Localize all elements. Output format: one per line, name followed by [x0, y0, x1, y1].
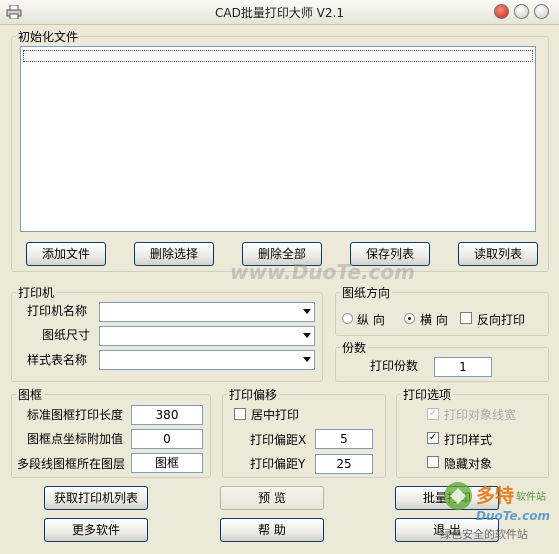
offset-y-label: 打印偏距Y [250, 457, 306, 471]
orientation-group: 图纸方向 [335, 284, 549, 336]
lineweight-checkbox[interactable]: ✓ [427, 408, 439, 420]
window-title: CAD批量打印大师 V2.1 [215, 6, 344, 20]
file-list[interactable] [20, 46, 536, 232]
list-focus-row [23, 50, 533, 62]
copies-input[interactable]: 1 [434, 357, 492, 377]
chevron-down-icon [303, 309, 311, 314]
read-list-button[interactable]: 读取列表 [458, 242, 538, 266]
delete-selected-button[interactable]: 删除选择 [134, 242, 214, 266]
minimize-button[interactable] [514, 4, 529, 19]
center-print-label: 居中打印 [251, 408, 300, 422]
maximize-button[interactable] [534, 4, 549, 19]
portrait-label: 纵 向 [357, 313, 385, 327]
frame-coord-input[interactable]: 0 [131, 429, 203, 449]
printer-name-label: 打印机名称 [27, 304, 88, 318]
print-style-checkbox[interactable]: ✓ [427, 432, 439, 444]
orientation-group-legend: 图纸方向 [342, 286, 391, 300]
offset-x-label: 打印偏距X [250, 433, 307, 447]
preview-button[interactable]: 预 览 [220, 486, 324, 510]
offset-group-legend: 打印偏移 [229, 388, 278, 402]
center-print-checkbox[interactable] [234, 408, 246, 420]
frame-group-legend: 图框 [18, 388, 43, 402]
get-printer-list-button[interactable]: 获取打印机列表 [44, 486, 148, 510]
close-window-button[interactable] [494, 4, 509, 19]
offset-y-input[interactable]: 25 [315, 454, 373, 474]
more-software-button[interactable]: 更多软件 [44, 518, 148, 542]
lineweight-label: 打印对象线宽 [444, 408, 517, 422]
add-file-button[interactable]: 添加文件 [26, 242, 106, 266]
copies-label: 打印份数 [370, 359, 419, 373]
printer-name-select[interactable] [99, 302, 315, 322]
paper-size-label: 图纸尺寸 [42, 328, 91, 342]
app-window: CAD批量打印大师 V2.1 初始化文件 添加文件 删除选择 删除全部 保存列表… [0, 0, 559, 554]
chevron-down-icon [303, 357, 311, 362]
file-group-legend: 初始化文件 [18, 30, 79, 44]
duote-brand-sub: 软件站 [516, 490, 546, 503]
offset-x-input[interactable]: 5 [315, 429, 373, 449]
duote-logo-graphic: 多特 软件站 DuoTe.com 绿色安全的软件站 [440, 482, 550, 541]
frame-coord-label: 图框点坐标附加值 [27, 432, 124, 446]
duote-logo: 多特 软件站 DuoTe.com 绿色安全的软件站 [436, 478, 554, 548]
paper-size-select[interactable] [99, 326, 315, 346]
style-table-label: 样式表名称 [27, 353, 88, 367]
copies-group-legend: 份数 [342, 341, 367, 355]
duote-brand: 多特 [476, 484, 514, 507]
title-bar: CAD批量打印大师 V2.1 [0, 0, 559, 25]
duote-tagline: 绿色安全的软件站 [440, 527, 528, 541]
frame-layer-label: 多段线图框所在图层 [17, 457, 126, 471]
reverse-print-checkbox[interactable] [460, 312, 472, 324]
print-style-label: 打印样式 [444, 433, 493, 447]
watermark-site: www.DuoTe.com [230, 260, 415, 284]
style-table-select[interactable] [99, 350, 315, 370]
help-button[interactable]: 帮 助 [220, 518, 324, 542]
hide-objects-checkbox[interactable] [427, 456, 439, 468]
options-group-legend: 打印选项 [403, 388, 452, 402]
reverse-print-label: 反向打印 [477, 313, 526, 327]
printer-group-legend: 打印机 [18, 286, 55, 300]
landscape-label: 横 向 [420, 313, 448, 327]
frame-length-label: 标准图框打印长度 [27, 408, 124, 422]
portrait-radio[interactable] [342, 313, 353, 324]
chevron-down-icon [303, 333, 311, 338]
hide-objects-label: 隐藏对象 [444, 457, 493, 471]
landscape-radio[interactable] [404, 313, 415, 324]
duote-site: DuoTe.com [476, 509, 550, 523]
frame-length-input[interactable]: 380 [131, 405, 203, 425]
frame-layer-input[interactable]: 图框 [131, 453, 203, 473]
